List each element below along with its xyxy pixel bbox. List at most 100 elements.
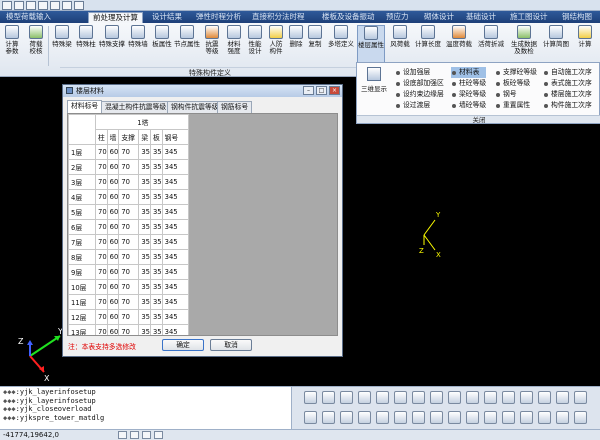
tab-rebar-grade[interactable]: 钢筋标号 (217, 101, 253, 113)
light-icon[interactable] (466, 391, 479, 404)
tab-concrete-seismic[interactable]: 混凝土构件抗震等级 (101, 101, 171, 113)
tab-steel-seismic[interactable]: 钢构件抗震等级 (167, 101, 223, 113)
sun-icon[interactable] (484, 411, 497, 424)
calculate-button[interactable]: 计算 (574, 25, 596, 67)
material-cell[interactable]: 35 (149, 264, 163, 280)
measure-icon[interactable] (340, 411, 353, 424)
table-row[interactable]: 12层 70 60 70 35 35 345 (68, 309, 189, 325)
material-cell[interactable]: 60 (106, 294, 120, 310)
close-icon[interactable]: × (329, 86, 340, 95)
material-cell[interactable]: 70 (118, 249, 140, 265)
material-cell[interactable]: 70 (95, 279, 108, 295)
fit-icon[interactable] (502, 411, 515, 424)
row-header-floor[interactable]: 5层 (68, 204, 96, 220)
material-cell[interactable]: 70 (118, 219, 140, 235)
tab-design-results[interactable]: 设计结果 (148, 12, 186, 22)
menu-item-floor-sequence[interactable]: 楼层施工次序 (543, 89, 592, 100)
material-cell[interactable]: 70 (95, 219, 108, 235)
material-cell[interactable]: 70 (118, 174, 140, 190)
table-row[interactable]: 10层 70 60 70 35 35 345 (68, 279, 189, 295)
material-cell[interactable]: 70 (95, 324, 108, 335)
ok-button[interactable]: 确定 (162, 339, 204, 351)
material-cell[interactable]: 345 (161, 144, 189, 160)
menu-item-member-sequence[interactable]: 构件施工次序 (543, 100, 592, 111)
open-file-icon[interactable] (26, 1, 36, 10)
material-cell[interactable]: 70 (95, 144, 108, 160)
side-view-icon[interactable] (412, 391, 425, 404)
material-cell[interactable]: 35 (149, 249, 163, 265)
row-header-floor[interactable]: 10层 (68, 279, 96, 295)
snap-toggle-icon[interactable] (130, 431, 139, 439)
pdf-icon[interactable] (358, 411, 371, 424)
table-row[interactable]: 7层 70 60 70 35 35 345 (68, 234, 189, 250)
orbit-icon[interactable] (556, 391, 569, 404)
material-cell[interactable]: 70 (95, 234, 108, 250)
material-cell[interactable]: 345 (161, 309, 189, 325)
tab-steel[interactable]: 钢结构图 (558, 12, 596, 22)
material-cell[interactable]: 70 (95, 159, 108, 175)
material-cell[interactable]: 60 (106, 189, 120, 205)
row-header-floor[interactable]: 7层 (68, 234, 96, 250)
row-header-floor[interactable]: 6层 (68, 219, 96, 235)
scale-icon[interactable] (322, 411, 335, 424)
material-cell[interactable]: 35 (149, 279, 163, 295)
tab-drawings[interactable]: 施工图设计 (506, 12, 552, 22)
material-cell[interactable]: 35 (138, 159, 151, 175)
new-file-icon[interactable] (14, 1, 24, 10)
table-row[interactable]: 2层 70 60 70 35 35 345 (68, 159, 189, 175)
table-row[interactable]: 6层 70 60 70 35 35 345 (68, 219, 189, 235)
top-view-icon[interactable] (448, 391, 461, 404)
material-cell[interactable]: 345 (161, 159, 189, 175)
performance-design-button[interactable]: 性能 设计 (245, 25, 265, 67)
section-icon[interactable] (448, 411, 461, 424)
cube-view-icon[interactable] (376, 391, 389, 404)
row-header-floor[interactable]: 11层 (68, 294, 96, 310)
polar-toggle-icon[interactable] (154, 431, 163, 439)
calc-params-button[interactable]: 计算 参数 (2, 25, 22, 67)
material-cell[interactable]: 35 (149, 324, 163, 335)
material-cell[interactable]: 35 (138, 144, 151, 160)
material-cell[interactable]: 35 (149, 294, 163, 310)
solid-icon[interactable] (394, 411, 407, 424)
material-cell[interactable]: 345 (161, 204, 189, 220)
material-cell[interactable]: 35 (149, 309, 163, 325)
pan-icon[interactable] (538, 391, 551, 404)
material-cell[interactable]: 345 (161, 264, 189, 280)
material-cell[interactable]: 70 (118, 189, 140, 205)
maximize-icon[interactable]: □ (316, 86, 327, 95)
table-row[interactable]: 13层 70 60 70 35 35 345 (68, 324, 189, 335)
table-row[interactable]: 3层 70 60 70 35 35 345 (68, 174, 189, 190)
temperature-load-button[interactable]: 温度荷载 (444, 25, 474, 67)
material-cell[interactable]: 35 (149, 219, 163, 235)
grid-toggle-icon[interactable] (118, 431, 127, 439)
save-icon[interactable] (38, 1, 48, 10)
snap-icon[interactable] (304, 411, 317, 424)
material-cell[interactable]: 70 (118, 264, 140, 280)
calc-length-button[interactable]: 计算长度 (414, 25, 442, 67)
dialog-titlebar[interactable]: 楼层材料 – □ × (63, 85, 342, 97)
material-cell[interactable]: 70 (95, 309, 108, 325)
material-cell[interactable]: 70 (118, 159, 140, 175)
material-cell[interactable]: 345 (161, 249, 189, 265)
iso-view-icon[interactable] (430, 391, 443, 404)
minimize-icon[interactable]: – (303, 86, 314, 95)
layer-icon[interactable] (466, 411, 479, 424)
material-cell[interactable]: 35 (138, 249, 151, 265)
tab-masonry[interactable]: 砌体设计 (420, 12, 458, 22)
slab-props-button[interactable]: 板属性 (151, 25, 173, 67)
material-strength-button[interactable]: 材料 强度 (224, 25, 244, 67)
menu-item-slab-grade[interactable]: 板砼等级 (495, 78, 537, 89)
material-cell[interactable]: 35 (138, 279, 151, 295)
material-cell[interactable]: 70 (118, 294, 140, 310)
tab-model-input[interactable]: 模型荷载输入 (2, 12, 55, 22)
box-view-icon[interactable] (358, 391, 371, 404)
menu-item-wall-grade[interactable]: 墙砼等级 (451, 100, 486, 111)
material-cell[interactable]: 60 (106, 234, 120, 250)
menu-item-transition-layer[interactable]: 设过渡层 (395, 100, 444, 111)
row-header-floor[interactable]: 3层 (68, 174, 96, 190)
menu-item-material-table[interactable]: 材料表 (451, 67, 487, 78)
material-cell[interactable]: 35 (149, 204, 163, 220)
material-cell[interactable]: 60 (106, 204, 120, 220)
material-cell[interactable]: 345 (161, 279, 189, 295)
copy-button[interactable]: 复制 (306, 25, 324, 67)
